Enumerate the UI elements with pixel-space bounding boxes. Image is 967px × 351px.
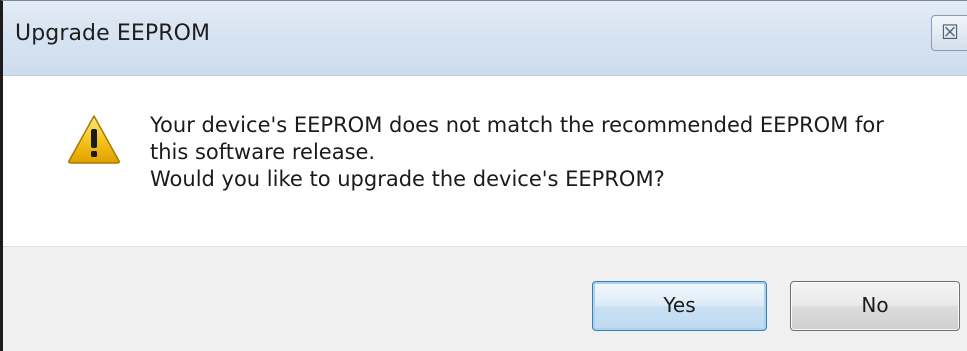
close-icon: ☒ [941, 20, 959, 44]
title-bar: Upgrade EEPROM ☒ [3, 1, 967, 76]
dialog-title: Upgrade EEPROM [15, 21, 211, 46]
message-line-1: Your device's EEPROM does not match the … [150, 113, 884, 137]
button-bar: Yes No [3, 246, 967, 351]
yes-button[interactable]: Yes [592, 281, 767, 331]
message-area: Your device's EEPROM does not match the … [3, 76, 967, 246]
close-button[interactable]: ☒ [931, 15, 967, 51]
message-line-2: this software release. [150, 140, 376, 164]
warning-triangle-icon [68, 115, 120, 164]
upgrade-eeprom-dialog: Upgrade EEPROM ☒ Your device's EEPROM do… [0, 0, 967, 351]
no-button[interactable]: No [790, 281, 960, 331]
message-text: Your device's EEPROM does not match the … [150, 112, 884, 193]
message-line-3: Would you like to upgrade the device's E… [150, 167, 665, 191]
